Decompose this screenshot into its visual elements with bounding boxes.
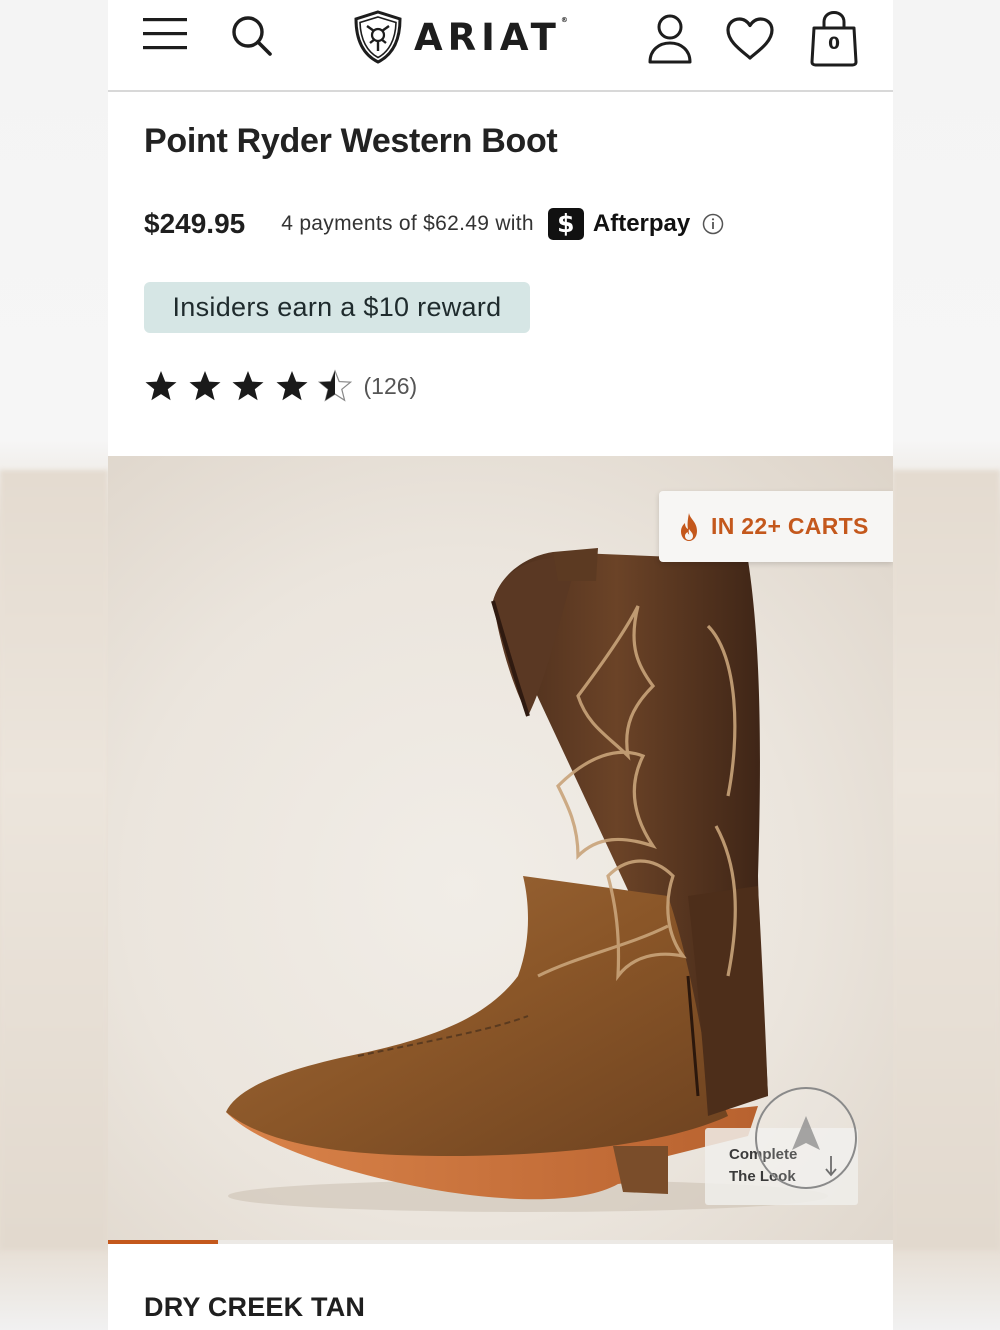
insider-reward-badge[interactable]: Insiders earn a $10 reward (144, 282, 530, 333)
selected-color-name: DRY CREEK TAN (144, 1292, 366, 1322)
star-icon (232, 371, 264, 401)
in-carts-text: IN 22+ CARTS (711, 513, 869, 539)
info-icon[interactable] (702, 213, 724, 235)
product-page: ARIAT® 0 Point Ryder Western Boot $249.9… (108, 0, 893, 1330)
product-image-gallery[interactable]: IN 22+ CARTS Complete The Look (108, 456, 893, 1240)
heart-icon[interactable] (724, 16, 776, 62)
price-row: $249.95 4 payments of $62.49 with $ Afte… (144, 204, 724, 244)
gallery-progress-bar (108, 1240, 893, 1244)
account-icon[interactable] (646, 12, 694, 66)
ariat-logo[interactable]: ARIAT® (350, 8, 615, 66)
review-count[interactable]: (126) (364, 373, 418, 400)
menu-icon[interactable] (142, 16, 188, 52)
half-star-icon (318, 369, 352, 402)
touch-cursor-icon (755, 1087, 857, 1189)
cart-count-badge: 0 (828, 34, 840, 54)
fire-icon (681, 512, 697, 541)
in-carts-badge: IN 22+ CARTS (659, 491, 893, 562)
logo-wordmark: ARIAT® (414, 15, 573, 59)
ariat-shield-icon (354, 10, 402, 64)
site-header: ARIAT® 0 (108, 0, 893, 92)
installments-text: 4 payments of $62.49 with (281, 212, 534, 235)
star-icon (145, 371, 177, 401)
product-title: Point Ryder Western Boot (144, 122, 558, 160)
star-icon (276, 371, 307, 401)
rating-stars[interactable]: (126) (144, 366, 417, 406)
gallery-progress-fill (108, 1240, 218, 1244)
product-price: $249.95 (144, 208, 246, 239)
afterpay-label: Afterpay (592, 210, 691, 237)
backdrop-left (0, 470, 108, 1250)
search-icon[interactable] (230, 14, 274, 58)
star-icon (189, 371, 220, 401)
backdrop-right (892, 470, 1000, 1250)
afterpay-logo-icon: $ (547, 208, 584, 240)
